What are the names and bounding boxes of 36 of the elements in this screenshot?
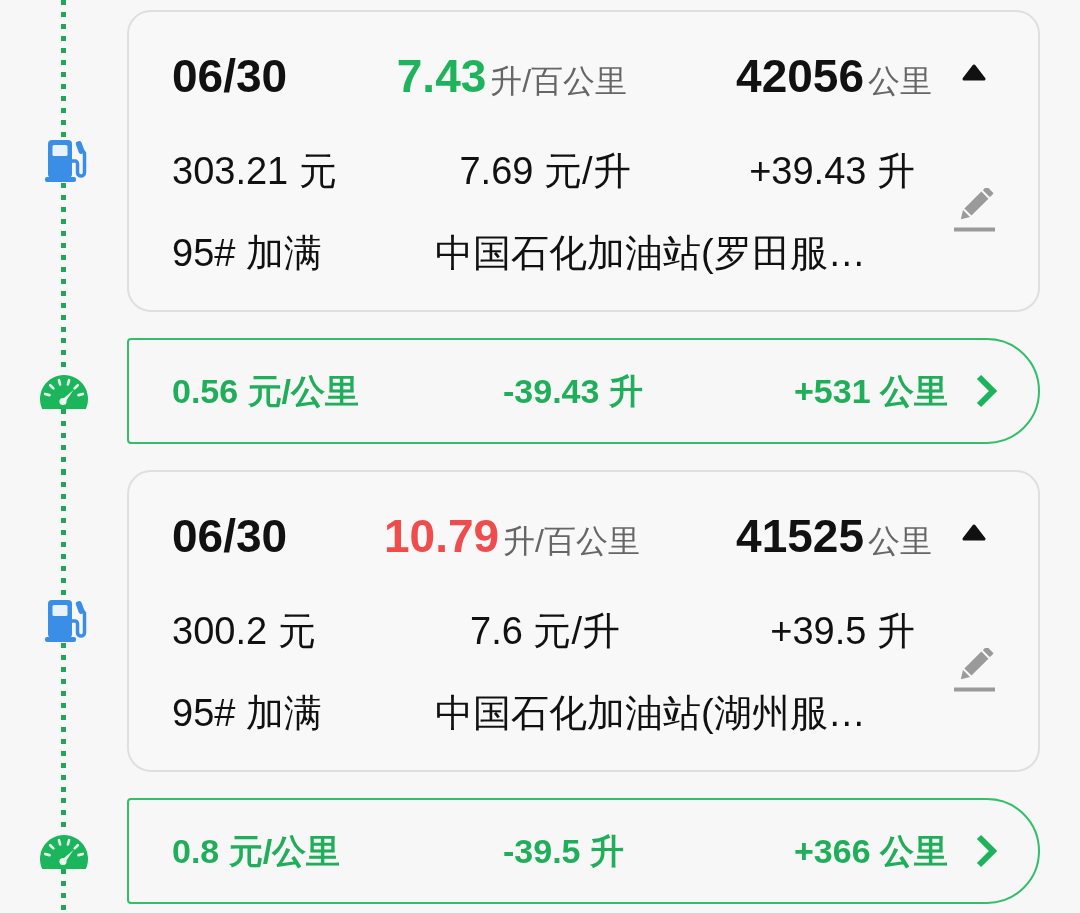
chevron-right-icon[interactable] bbox=[975, 833, 998, 869]
odometer-unit: 公里 bbox=[868, 522, 932, 561]
distance-text: +531 公里 bbox=[793, 370, 948, 412]
cost-per-km-text: 0.8 元/公里 bbox=[172, 830, 342, 872]
amount-text: 303.21 元 bbox=[172, 149, 338, 194]
fuel-pump-icon bbox=[44, 599, 88, 643]
volume-change-text: -39.43 升 bbox=[503, 370, 644, 412]
volume-change-text: -39.5 升 bbox=[503, 830, 625, 872]
volume-text: +39.5 升 bbox=[769, 609, 915, 654]
unit-price-text: 7.6 元/升 bbox=[469, 609, 621, 654]
fuel-grade-text: 95# 加满 bbox=[172, 231, 323, 276]
caret-up-icon[interactable] bbox=[962, 63, 986, 81]
unit-price-text: 7.69 元/升 bbox=[458, 149, 632, 194]
cost-per-km-text: 0.56 元/公里 bbox=[172, 370, 361, 412]
volume-text: +39.43 升 bbox=[748, 149, 915, 194]
fuel-pump-icon bbox=[44, 139, 88, 183]
edit-icon[interactable] bbox=[953, 188, 995, 232]
chevron-right-icon[interactable] bbox=[975, 373, 998, 409]
fuel-grade-text: 95# 加满 bbox=[172, 691, 323, 736]
odometer-value: 41525 bbox=[736, 509, 864, 564]
consumption-unit: 升/百公里 bbox=[490, 62, 628, 101]
date-text: 06/30 bbox=[172, 509, 289, 564]
amount-text: 300.2 元 bbox=[172, 609, 317, 654]
odometer-unit: 公里 bbox=[868, 62, 932, 101]
edit-icon[interactable] bbox=[953, 648, 995, 692]
station-name: 中国石化加油站(罗田服… bbox=[435, 231, 866, 276]
consumption-value: 10.79 bbox=[384, 509, 500, 564]
date-text: 06/30 bbox=[172, 49, 289, 104]
speedometer-icon bbox=[39, 833, 88, 869]
distance-text: +366 公里 bbox=[793, 830, 948, 872]
odometer-value: 42056 bbox=[736, 49, 864, 104]
consumption-unit: 升/百公里 bbox=[503, 522, 640, 561]
station-name: 中国石化加油站(湖州服… bbox=[435, 691, 866, 736]
caret-up-icon[interactable] bbox=[962, 523, 986, 541]
speedometer-icon bbox=[39, 373, 88, 409]
consumption-value: 7.43 bbox=[396, 49, 487, 104]
